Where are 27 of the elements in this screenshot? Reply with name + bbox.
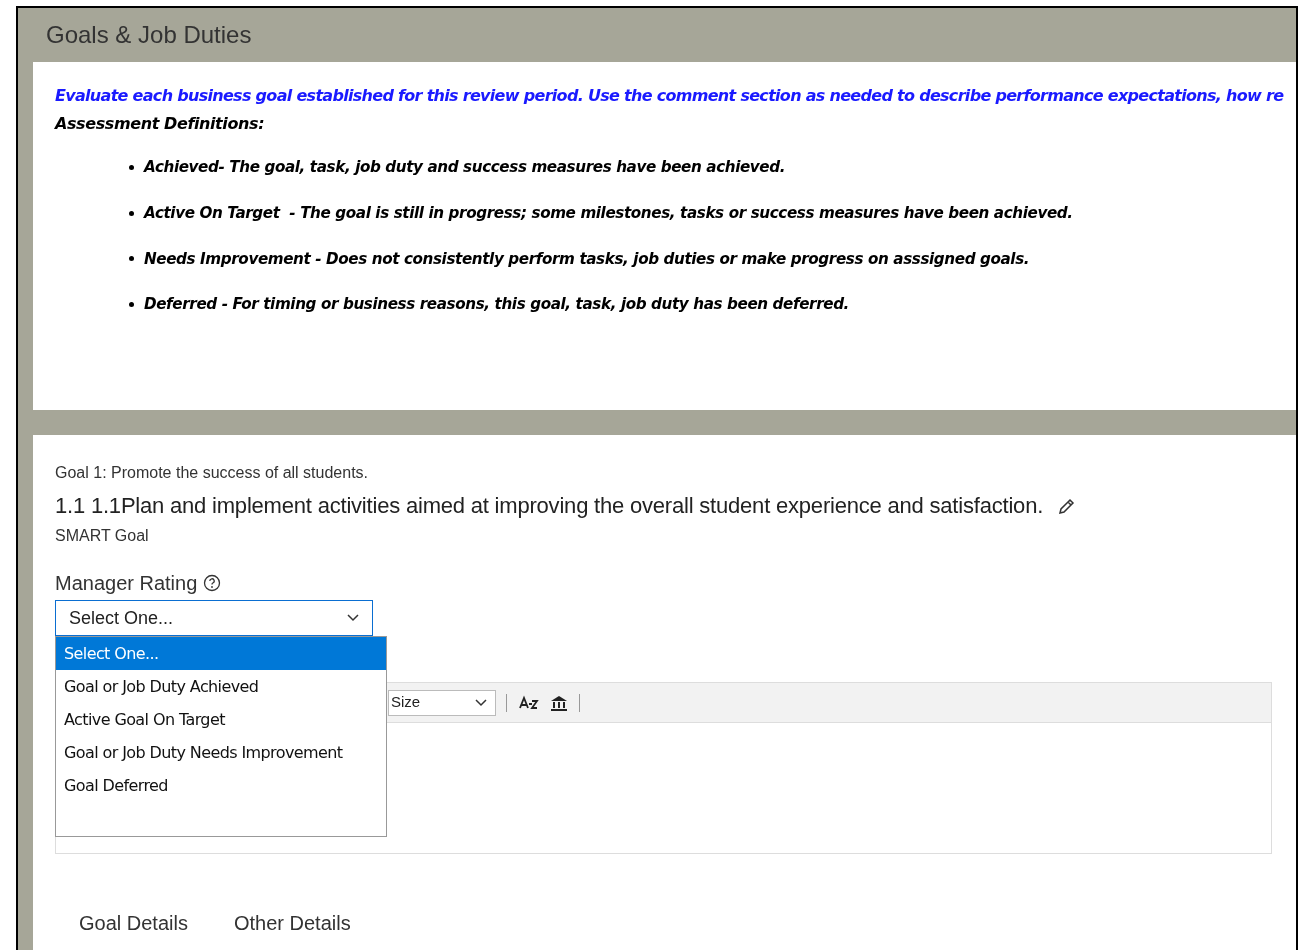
rating-label: Manager Rating bbox=[55, 571, 198, 596]
goal-type: SMART Goal bbox=[55, 526, 150, 546]
dropdown-option[interactable]: Goal or Job Duty Needs Improvement bbox=[56, 736, 386, 769]
dropdown-option[interactable]: Goal Deferred bbox=[56, 769, 386, 802]
goal-title: 1.1 1.1Plan and implement activities aimed at improving the overall student experience and satisfaction. bbox=[55, 492, 1044, 520]
help-icon[interactable] bbox=[203, 574, 222, 592]
bullet-icon bbox=[129, 164, 134, 170]
dropdown-option[interactable]: Active Goal On Target bbox=[56, 703, 386, 736]
bullet-icon bbox=[129, 302, 134, 308]
chevron-down-icon bbox=[347, 614, 359, 622]
definition-text: Active On Target - The goal is still in progress; some milestones, tasks or success measures have been achieved. bbox=[144, 202, 1073, 224]
section-title: Goals & Job Duties bbox=[46, 20, 252, 50]
dropdown-option[interactable]: Goal or Job Duty Achieved bbox=[56, 670, 386, 703]
goal-category: Goal 1: Promote the success of all students. bbox=[55, 463, 370, 483]
bullet-icon bbox=[129, 256, 134, 262]
instruction-text: Evaluate each business goal established for this review period. Use the comment section as needed to describe performance expectations, how re bbox=[55, 85, 1285, 107]
dropdown-option[interactable]: Select One... bbox=[56, 637, 386, 670]
definition-text: Deferred - For timing or business reasons, this goal, task, job duty has been deferred. bbox=[144, 294, 849, 316]
tab[interactable]: Other Details bbox=[233, 908, 351, 938]
definitions-heading: Assessment Definitions: bbox=[55, 113, 266, 135]
bullet-icon bbox=[129, 210, 134, 216]
rating-select[interactable]: Select One... bbox=[55, 600, 373, 636]
size-select[interactable]: Size bbox=[388, 689, 496, 716]
definition-text: Needs Improvement - Does not consistently perform tasks, job duties or make progress on asssigned goals. bbox=[144, 248, 1030, 270]
definition-text: Achieved- The goal, task, job duty and success measures have been achieved. bbox=[144, 157, 786, 178]
tab[interactable]: Goal Details bbox=[79, 908, 188, 938]
chevron-down-icon bbox=[475, 698, 487, 707]
